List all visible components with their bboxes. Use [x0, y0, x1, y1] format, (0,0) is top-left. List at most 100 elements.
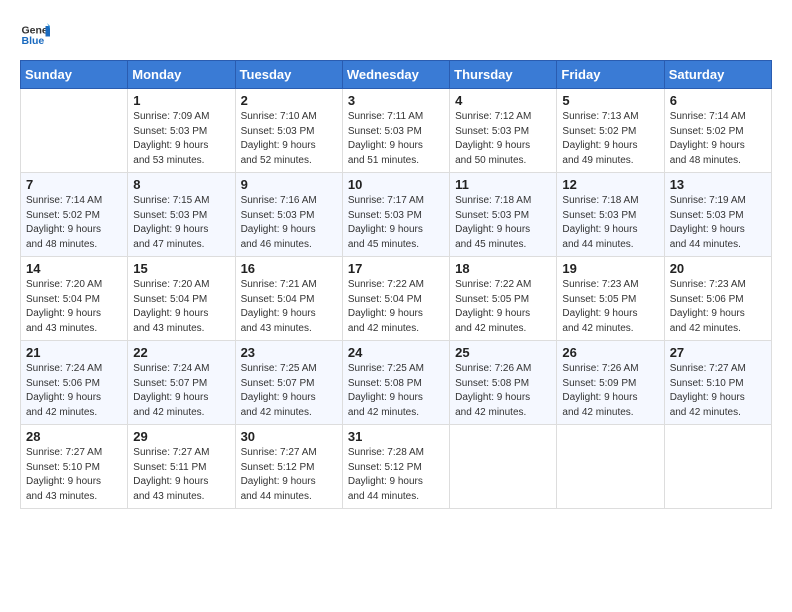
day-info: Sunrise: 7:20 AM Sunset: 5:04 PM Dayligh… — [26, 278, 122, 336]
calendar-cell: 11 Sunrise: 7:18 AM Sunset: 5:03 PM Dayli… — [450, 173, 557, 257]
day-number: 10 — [348, 177, 444, 192]
calendar-week-1: 1 Sunrise: 7:09 AM Sunset: 5:03 PM Daylig… — [21, 89, 772, 173]
calendar-cell: 20 Sunrise: 7:23 AM Sunset: 5:06 PM Dayli… — [664, 257, 771, 341]
calendar-week-5: 28 Sunrise: 7:27 AM Sunset: 5:10 PM Dayli… — [21, 425, 772, 509]
day-info: Sunrise: 7:27 AM Sunset: 5:10 PM Dayligh… — [670, 362, 766, 420]
day-info: Sunrise: 7:20 AM Sunset: 5:04 PM Dayligh… — [133, 278, 229, 336]
day-number: 28 — [26, 429, 122, 444]
day-number: 24 — [348, 345, 444, 360]
day-info: Sunrise: 7:13 AM Sunset: 5:02 PM Dayligh… — [562, 110, 658, 168]
day-number: 7 — [26, 177, 122, 192]
calendar-cell: 6 Sunrise: 7:14 AM Sunset: 5:02 PM Daylig… — [664, 89, 771, 173]
day-info: Sunrise: 7:25 AM Sunset: 5:07 PM Dayligh… — [241, 362, 337, 420]
calendar-cell: 5 Sunrise: 7:13 AM Sunset: 5:02 PM Daylig… — [557, 89, 664, 173]
day-number: 18 — [455, 261, 551, 276]
day-number: 2 — [241, 93, 337, 108]
calendar-week-4: 21Sunrise: 7:24 AM Sunset: 5:06 PM Dayli… — [21, 341, 772, 425]
calendar-cell: 27 Sunrise: 7:27 AM Sunset: 5:10 PM Dayli… — [664, 341, 771, 425]
day-number: 1 — [133, 93, 229, 108]
calendar-cell: 15 Sunrise: 7:20 AM Sunset: 5:04 PM Dayli… — [128, 257, 235, 341]
calendar-table: SundayMondayTuesdayWednesdayThursdayFrid… — [20, 60, 772, 509]
day-info: Sunrise: 7:18 AM Sunset: 5:03 PM Dayligh… — [562, 194, 658, 252]
column-header-wednesday: Wednesday — [342, 61, 449, 89]
day-info: Sunrise: 7:23 AM Sunset: 5:06 PM Dayligh… — [670, 278, 766, 336]
day-number: 8 — [133, 177, 229, 192]
calendar-cell: 8 Sunrise: 7:15 AM Sunset: 5:03 PM Daylig… — [128, 173, 235, 257]
calendar-cell: 2 Sunrise: 7:10 AM Sunset: 5:03 PM Daylig… — [235, 89, 342, 173]
day-info: Sunrise: 7:14 AM Sunset: 5:02 PM Dayligh… — [670, 110, 766, 168]
day-number: 16 — [241, 261, 337, 276]
day-info: Sunrise: 7:27 AM Sunset: 5:11 PM Dayligh… — [133, 446, 229, 504]
day-info: Sunrise: 7:28 AM Sunset: 5:12 PM Dayligh… — [348, 446, 444, 504]
day-info: Sunrise: 7:18 AM Sunset: 5:03 PM Dayligh… — [455, 194, 551, 252]
calendar-cell — [664, 425, 771, 509]
day-number: 23 — [241, 345, 337, 360]
day-info: Sunrise: 7:27 AM Sunset: 5:10 PM Dayligh… — [26, 446, 122, 504]
day-info: Sunrise: 7:16 AM Sunset: 5:03 PM Dayligh… — [241, 194, 337, 252]
day-info: Sunrise: 7:14 AM Sunset: 5:02 PM Dayligh… — [26, 194, 122, 252]
calendar-cell: 16 Sunrise: 7:21 AM Sunset: 5:04 PM Dayli… — [235, 257, 342, 341]
column-header-sunday: Sunday — [21, 61, 128, 89]
calendar-cell: 29 Sunrise: 7:27 AM Sunset: 5:11 PM Dayli… — [128, 425, 235, 509]
calendar-cell — [21, 89, 128, 173]
day-number: 20 — [670, 261, 766, 276]
column-header-saturday: Saturday — [664, 61, 771, 89]
column-header-monday: Monday — [128, 61, 235, 89]
day-number: 15 — [133, 261, 229, 276]
calendar-cell: 3 Sunrise: 7:11 AM Sunset: 5:03 PM Daylig… — [342, 89, 449, 173]
calendar-cell: 22 Sunrise: 7:24 AM Sunset: 5:07 PM Dayli… — [128, 341, 235, 425]
day-info: Sunrise: 7:25 AM Sunset: 5:08 PM Dayligh… — [348, 362, 444, 420]
day-number: 14 — [26, 261, 122, 276]
day-info: Sunrise: 7:12 AM Sunset: 5:03 PM Dayligh… — [455, 110, 551, 168]
calendar-cell: 13Sunrise: 7:19 AM Sunset: 5:03 PM Dayli… — [664, 173, 771, 257]
day-info: Sunrise: 7:22 AM Sunset: 5:04 PM Dayligh… — [348, 278, 444, 336]
calendar-cell: 25Sunrise: 7:26 AM Sunset: 5:08 PM Dayli… — [450, 341, 557, 425]
day-number: 29 — [133, 429, 229, 444]
day-number: 19 — [562, 261, 658, 276]
calendar-cell: 19Sunrise: 7:23 AM Sunset: 5:05 PM Dayli… — [557, 257, 664, 341]
day-number: 27 — [670, 345, 766, 360]
day-number: 31 — [348, 429, 444, 444]
calendar-cell: 7 Sunrise: 7:14 AM Sunset: 5:02 PM Daylig… — [21, 173, 128, 257]
day-info: Sunrise: 7:21 AM Sunset: 5:04 PM Dayligh… — [241, 278, 337, 336]
day-info: Sunrise: 7:24 AM Sunset: 5:07 PM Dayligh… — [133, 362, 229, 420]
day-info: Sunrise: 7:17 AM Sunset: 5:03 PM Dayligh… — [348, 194, 444, 252]
day-info: Sunrise: 7:26 AM Sunset: 5:09 PM Dayligh… — [562, 362, 658, 420]
calendar-cell: 28 Sunrise: 7:27 AM Sunset: 5:10 PM Dayli… — [21, 425, 128, 509]
day-number: 13 — [670, 177, 766, 192]
day-number: 12 — [562, 177, 658, 192]
logo-icon: General Blue — [20, 20, 50, 50]
day-info: Sunrise: 7:27 AM Sunset: 5:12 PM Dayligh… — [241, 446, 337, 504]
calendar-cell: 31 Sunrise: 7:28 AM Sunset: 5:12 PM Dayli… — [342, 425, 449, 509]
calendar-week-3: 14 Sunrise: 7:20 AM Sunset: 5:04 PM Dayli… — [21, 257, 772, 341]
day-info: Sunrise: 7:09 AM Sunset: 5:03 PM Dayligh… — [133, 110, 229, 168]
day-number: 22 — [133, 345, 229, 360]
column-header-tuesday: Tuesday — [235, 61, 342, 89]
calendar-cell: 4Sunrise: 7:12 AM Sunset: 5:03 PM Daylig… — [450, 89, 557, 173]
day-number: 25 — [455, 345, 551, 360]
calendar-cell — [557, 425, 664, 509]
column-header-friday: Friday — [557, 61, 664, 89]
column-header-thursday: Thursday — [450, 61, 557, 89]
day-number: 21 — [26, 345, 122, 360]
day-number: 30 — [241, 429, 337, 444]
calendar-cell: 18 Sunrise: 7:22 AM Sunset: 5:05 PM Dayli… — [450, 257, 557, 341]
day-info: Sunrise: 7:10 AM Sunset: 5:03 PM Dayligh… — [241, 110, 337, 168]
day-info: Sunrise: 7:22 AM Sunset: 5:05 PM Dayligh… — [455, 278, 551, 336]
day-number: 6 — [670, 93, 766, 108]
calendar-cell — [450, 425, 557, 509]
day-number: 26 — [562, 345, 658, 360]
day-number: 5 — [562, 93, 658, 108]
day-number: 11 — [455, 177, 551, 192]
calendar-cell: 12 Sunrise: 7:18 AM Sunset: 5:03 PM Dayli… — [557, 173, 664, 257]
day-number: 3 — [348, 93, 444, 108]
day-info: Sunrise: 7:11 AM Sunset: 5:03 PM Dayligh… — [348, 110, 444, 168]
svg-text:Blue: Blue — [22, 35, 45, 47]
calendar-header-row: SundayMondayTuesdayWednesdayThursdayFrid… — [21, 61, 772, 89]
day-number: 17 — [348, 261, 444, 276]
calendar-cell: 1 Sunrise: 7:09 AM Sunset: 5:03 PM Daylig… — [128, 89, 235, 173]
day-number: 9 — [241, 177, 337, 192]
calendar-cell: 17 Sunrise: 7:22 AM Sunset: 5:04 PM Dayli… — [342, 257, 449, 341]
logo: General Blue — [20, 20, 54, 50]
day-info: Sunrise: 7:15 AM Sunset: 5:03 PM Dayligh… — [133, 194, 229, 252]
